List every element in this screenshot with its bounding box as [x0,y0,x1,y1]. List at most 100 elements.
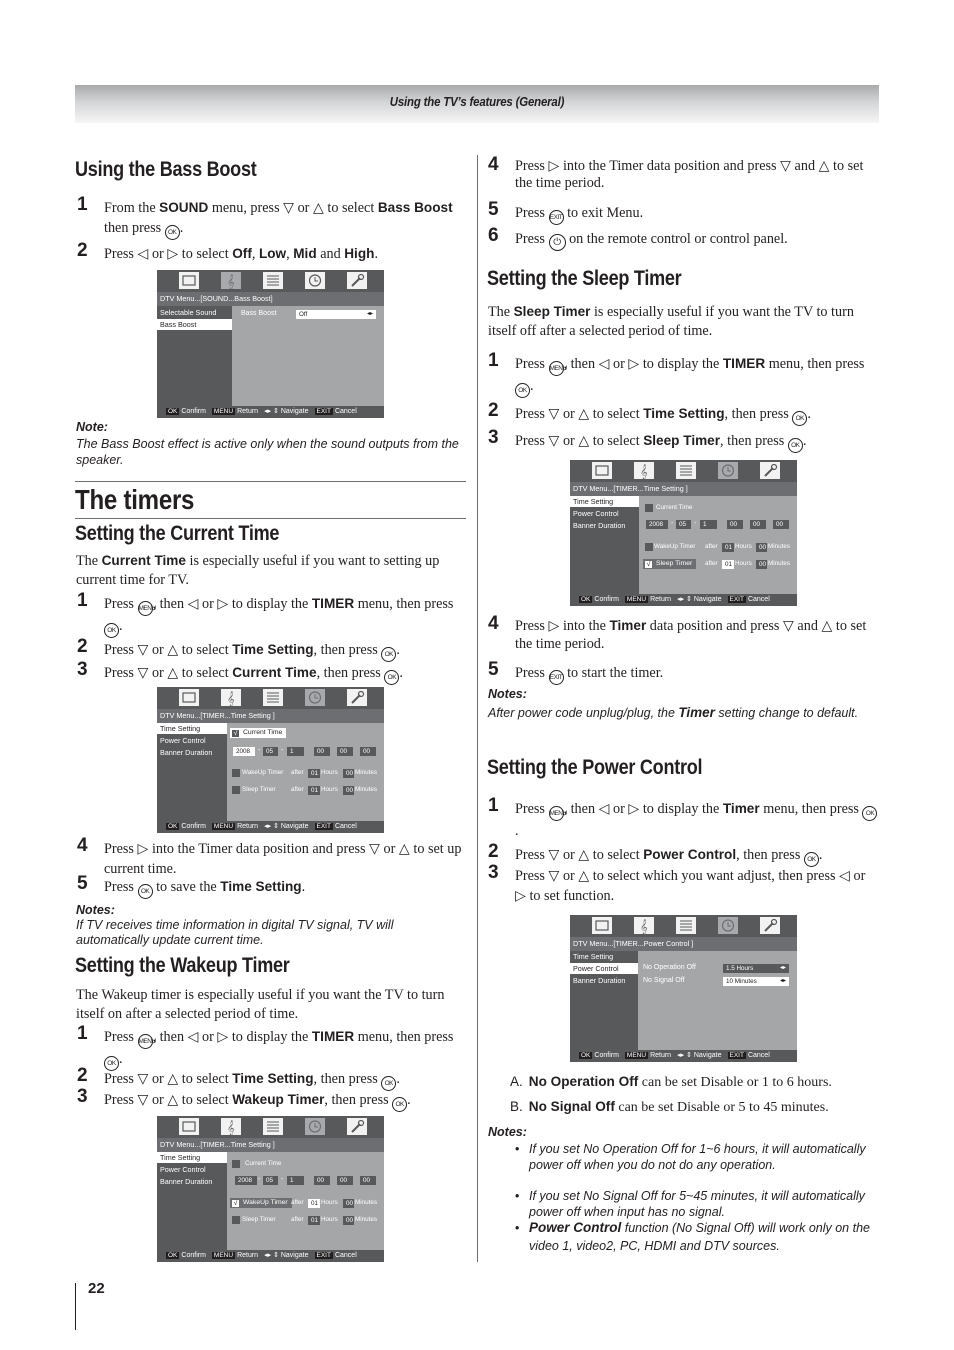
sleep-checkbox[interactable]: √ Sleep Timer [643,559,697,569]
sleep-hours-field[interactable]: 01 [308,786,320,795]
menu-item-banner-duration[interactable]: Banner Duration [570,975,638,986]
current-time-checkbox[interactable]: √ Current Time [230,728,287,738]
minute-field[interactable]: 00 [337,747,353,756]
menu-item-selectable-sound[interactable]: Selectable Sound [157,307,232,318]
menu-sidebar: Time Setting Power Control Banner Durati… [157,1152,227,1250]
second-field[interactable]: 00 [773,520,789,529]
menu-item-time-setting[interactable]: Time Setting [157,723,227,734]
menu-item-power-control[interactable]: Power Control [157,735,227,746]
sleep-checkbox[interactable] [232,1216,240,1224]
hour-field[interactable]: 00 [314,1176,330,1185]
menu-item-power-control[interactable]: Power Control [570,963,638,974]
power-button-icon: ⏻ [548,234,566,251]
power-note-bullet-3: • Power Control function (No Signal Off) … [515,1220,870,1253]
menu-sidebar: Time Setting Power Control Banner Durati… [570,496,639,594]
power-control-heading: Setting the Power Control [487,756,703,779]
ok-button-icon: OK [862,806,878,821]
menu-footer: OK Confirm MENU Return ◂▸ ⇕ Navigate EXIT Canc… [157,406,384,418]
ok-button-icon: OK [515,383,530,398]
minute-field[interactable]: 00 [750,520,766,529]
wakeup-hours-field[interactable]: 01 [722,543,734,552]
bass-boost-value-field[interactable]: Off ◂▸ [296,310,376,319]
menu-item-power-control[interactable]: Power Control [157,1164,227,1175]
ok-button-icon: OK [381,647,397,662]
current-note-text: If TV receives time information in digit… [76,918,394,947]
menu-item-time-setting[interactable]: Time Setting [570,951,638,962]
wakeup-step-1: 1 Press MENU, then ◁ or ▷ to display the… [77,1024,467,1071]
menu-button-icon: MENU [137,1034,156,1049]
wakeup-heading: Setting the Wakeup Timer [75,954,290,977]
wakeup-hours-field[interactable]: 01 [308,769,320,778]
menu-item-power-control[interactable]: Power Control [570,508,639,519]
year-field[interactable]: 2008 [233,747,255,756]
sound-note-icon: 𝄞 [221,689,241,706]
power-note-heading: Notes: [488,1125,527,1139]
ok-button-icon: OK [381,1076,397,1091]
timer-clock-icon [305,272,325,289]
no-signal-off-label: No Signal Off [643,977,685,984]
sound-note-icon: 𝄞 [634,917,654,934]
timer-clock-icon [718,917,738,934]
sleep-hours-field[interactable]: 01 [308,1216,320,1225]
month-field[interactable]: 05 [263,747,278,756]
power-item-a: A. No Operation Off can be set Disable or… [510,1074,832,1090]
setup-list-icon [676,917,696,934]
wakeup-step-2: 2 Press ▽ or △ to select Time Setting, t… [77,1066,467,1091]
wakeup-minutes-field[interactable]: 00 [343,1199,354,1208]
sleep-intro: The Sleep Timer is especially useful if … [488,304,854,339]
year-field[interactable]: 2008 [646,520,668,529]
no-operation-off-field[interactable]: 1.5 Hours ◂▸ [723,964,789,973]
sleep-step-5: 5 Press EXIT to start the timer. [488,660,878,685]
page-number-rule [75,1283,76,1330]
current-time-menu-screen: 𝄞 DTV Menu...[TIMER...Time Setting ] Tim… [157,687,384,833]
wakeup-minutes-field[interactable]: 00 [343,769,354,778]
sleep-note-heading: Notes: [488,687,527,701]
menu-breadcrumb: DTV Menu...[TIMER...Time Setting ] [157,1138,384,1152]
menu-item-bass-boost[interactable]: Bass Boost [157,319,232,330]
current-step-3: 3 Press ▽ or △ to select Current Time, t… [77,660,467,685]
hour-field[interactable]: 00 [314,747,330,756]
menu-item-time-setting[interactable]: Time Setting [157,1152,227,1163]
menu-footer: OK Confirm MENU Return ◂▸ ⇕ Navigate EXIT Canc… [570,1050,797,1062]
minute-field[interactable]: 00 [337,1176,353,1185]
menu-item-time-setting[interactable]: Time Setting [570,496,639,507]
bass-note-text: The Bass Boost effect is active only whe… [76,437,459,467]
second-field[interactable]: 00 [360,747,376,756]
month-field[interactable]: 05 [676,520,691,529]
svg-text:𝄞: 𝄞 [640,919,648,934]
sleep-checkbox[interactable] [232,786,240,794]
menu-icon-bar: 𝄞 [570,460,797,482]
left-right-arrow-icon: ◂▸ [779,978,786,984]
sleep-minutes-field[interactable]: 00 [343,1216,354,1225]
menu-item-banner-duration[interactable]: Banner Duration [570,520,639,531]
year-field[interactable]: 2008 [235,1176,257,1185]
month-field[interactable]: 05 [263,1176,278,1185]
wakeup-minutes-field[interactable]: 00 [756,543,767,552]
svg-text:𝄞: 𝄞 [640,464,648,479]
wakeup-hours-field[interactable]: 01 [308,1199,320,1208]
wakeup-checkbox[interactable] [232,769,240,777]
no-signal-off-field[interactable]: 10 Minutes ◂▸ [723,977,789,986]
menu-item-banner-duration[interactable]: Banner Duration [157,747,227,758]
day-field[interactable]: 1 [700,520,717,529]
day-field[interactable]: 1 [287,1176,304,1185]
current-time-checkbox[interactable] [232,1160,240,1168]
menu-icon-bar: 𝄞 [157,687,384,709]
ok-button-icon: OK [384,670,400,685]
wakeup-checkbox[interactable] [645,543,653,551]
sleep-minutes-field[interactable]: 00 [343,786,354,795]
wakeup-checkbox[interactable]: √ WakeUp Timer [230,1198,292,1208]
menu-item-banner-duration[interactable]: Banner Duration [157,1176,227,1187]
hour-field[interactable]: 00 [727,520,743,529]
tv-picture-icon [592,462,612,479]
day-field[interactable]: 1 [287,747,304,756]
menu-breadcrumb: DTV Menu...[TIMER...Time Setting ] [570,482,797,496]
sleep-hours-field[interactable]: 01 [722,560,734,569]
sleep-minutes-field[interactable]: 00 [756,560,767,569]
second-field[interactable]: 00 [360,1176,376,1185]
sleep-step-3: 3 Press ▽ or △ to select Sleep Timer, th… [488,428,878,453]
svg-text:𝄞: 𝄞 [227,1120,235,1135]
current-step-4: 4 Press ▷ into the Timer data position a… [77,835,462,878]
ok-button-icon: OK [792,411,808,426]
current-time-checkbox[interactable] [645,504,653,512]
